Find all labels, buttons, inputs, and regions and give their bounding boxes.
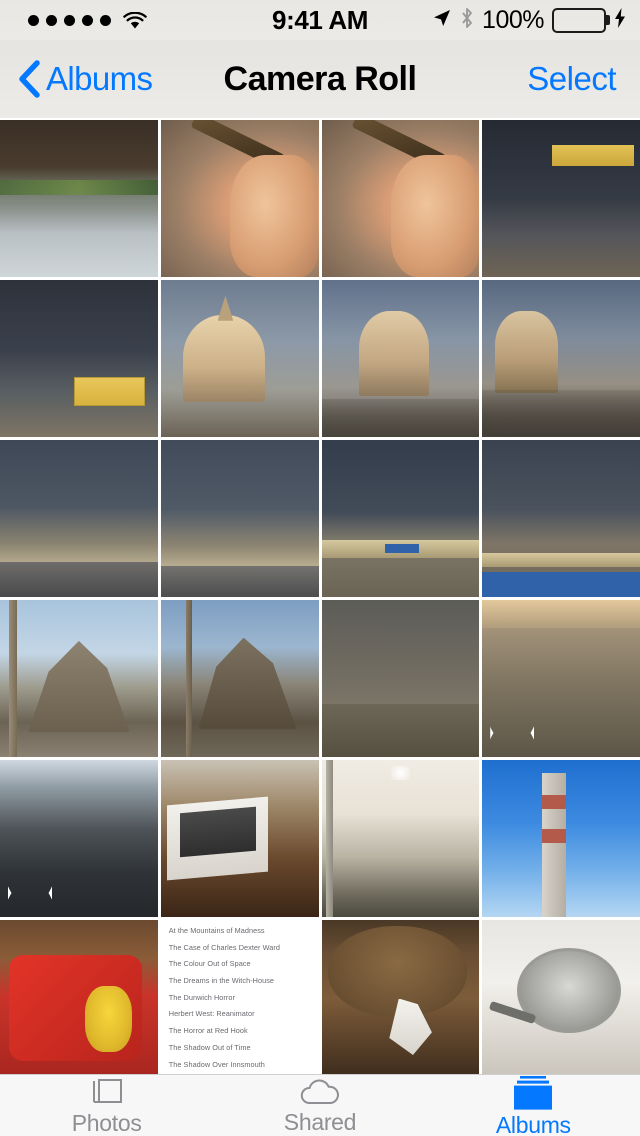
tab-bar: Photos Shared Albums [0,1074,640,1136]
photo-thumbnail [321,920,480,1074]
photo-thumbnail [482,280,640,437]
photo-thumbnail [321,760,480,917]
book-title-item: The Shadow Over Innsmouth [168,1059,265,1069]
book-title-item: The Case of Charles Dexter Ward [168,942,280,952]
photo-thumbnail [482,440,640,597]
photo-thumbnail [321,120,480,277]
bluetooth-icon [460,7,474,34]
photo-thumbnail [482,920,640,1074]
photo-thumbnail [160,440,319,597]
photo-book-title-list[interactable]: At the Mountains of Madness The Case of C… [160,920,319,1074]
battery-percent-label: 100% [482,5,544,34]
photo-stormy-road-2[interactable] [160,440,319,597]
tab-photos[interactable]: Photos [0,1075,213,1136]
location-arrow-icon [432,8,452,33]
tab-shared[interactable]: Shared [213,1075,426,1136]
tab-albums-label: Albums [495,1112,571,1136]
photo-thumbnail [160,600,319,757]
photo-thumbnail [0,280,158,437]
photo-thumbnail [0,440,158,597]
status-bar-right: 100% [432,6,626,35]
photo-hand-holding-cigar[interactable] [160,120,319,277]
photo-thumbnail [482,120,640,277]
photo-snack-package[interactable] [0,920,158,1074]
photo-cathedral-dome[interactable] [160,280,319,437]
photo-thumbnail [482,760,640,917]
photo-rocky-hillside[interactable] [321,600,480,757]
tab-albums[interactable]: Albums [427,1075,640,1136]
book-title-item: The Colour Out of Space [168,959,251,969]
photo-billboard-dark-sky[interactable] [482,120,640,277]
photo-overpass-bridge-2[interactable] [482,440,640,597]
panorama-badge-icon [8,877,52,909]
photo-thumbnail [160,280,319,437]
tab-shared-label: Shared [283,1109,357,1135]
photo-billboard-street[interactable] [0,280,158,437]
lightning-bolt-icon [614,7,626,33]
photo-thumbnail [160,120,319,277]
photo-eagle-rock-monument[interactable] [0,600,158,757]
photo-pan-on-stove[interactable] [482,920,640,1074]
photo-thumbnail [0,920,158,1074]
photo-cathedral-street[interactable] [482,280,640,437]
photo-foggy-window[interactable] [321,760,480,917]
cloud-icon [299,1077,341,1106]
panorama-badge-icon [490,717,535,749]
photo-stormy-road[interactable] [0,440,158,597]
albums-icon [511,1076,555,1110]
photo-thumbnail [0,120,158,277]
photo-eagle-rock-monument-2[interactable] [160,600,319,757]
photos-stack-icon [89,1077,125,1107]
navigation-bar: Albums Camera Roll Select [0,40,640,118]
book-title-item: The Shadow Out of Time [168,1042,251,1052]
battery-icon [552,7,610,33]
book-title-item: The Dunwich Horror [168,992,235,1002]
photo-thumbnail [321,280,480,437]
page-title: Camera Roll [223,59,417,98]
photo-laptop-box-desk[interactable] [160,760,319,917]
photo-overpass-bridge[interactable] [321,440,480,597]
book-title-item: Herbert West: Reanimator [168,1009,255,1019]
book-title-item: The Horror at Red Hook [168,1026,248,1036]
photo-food-on-table[interactable] [321,920,480,1074]
select-button[interactable]: Select [527,60,616,98]
back-button-label: Albums [46,60,153,97]
tab-photos-label: Photos [71,1110,142,1136]
chevron-left-icon [18,60,40,98]
photo-thumbnail [0,600,158,757]
photo-cathedral-dome-2[interactable] [321,280,480,437]
photo-thumbnail [321,440,480,597]
photos-app-screen: 9:41 AM 100% Albums Camera Roll Select A… [0,0,640,1136]
status-bar: 9:41 AM 100% [0,0,640,40]
photo-grid[interactable]: At the Mountains of Madness The Case of C… [0,120,640,1074]
photo-thumbnail [160,760,319,917]
book-title-item: The Dreams in the Witch-House [168,976,275,986]
photo-industrial-chimney[interactable] [482,760,640,917]
back-button[interactable]: Albums [18,60,153,98]
book-title-item: At the Mountains of Madness [168,926,265,935]
photo-rocky-hillside-2[interactable] [482,600,640,757]
photo-river-rocks[interactable] [0,120,158,277]
photo-thumbnail [321,600,480,757]
book-title-list: At the Mountains of Madness The Case of C… [160,920,319,1074]
photo-hand-holding-cigar-2[interactable] [321,120,480,277]
photo-dark-field[interactable] [0,760,158,917]
